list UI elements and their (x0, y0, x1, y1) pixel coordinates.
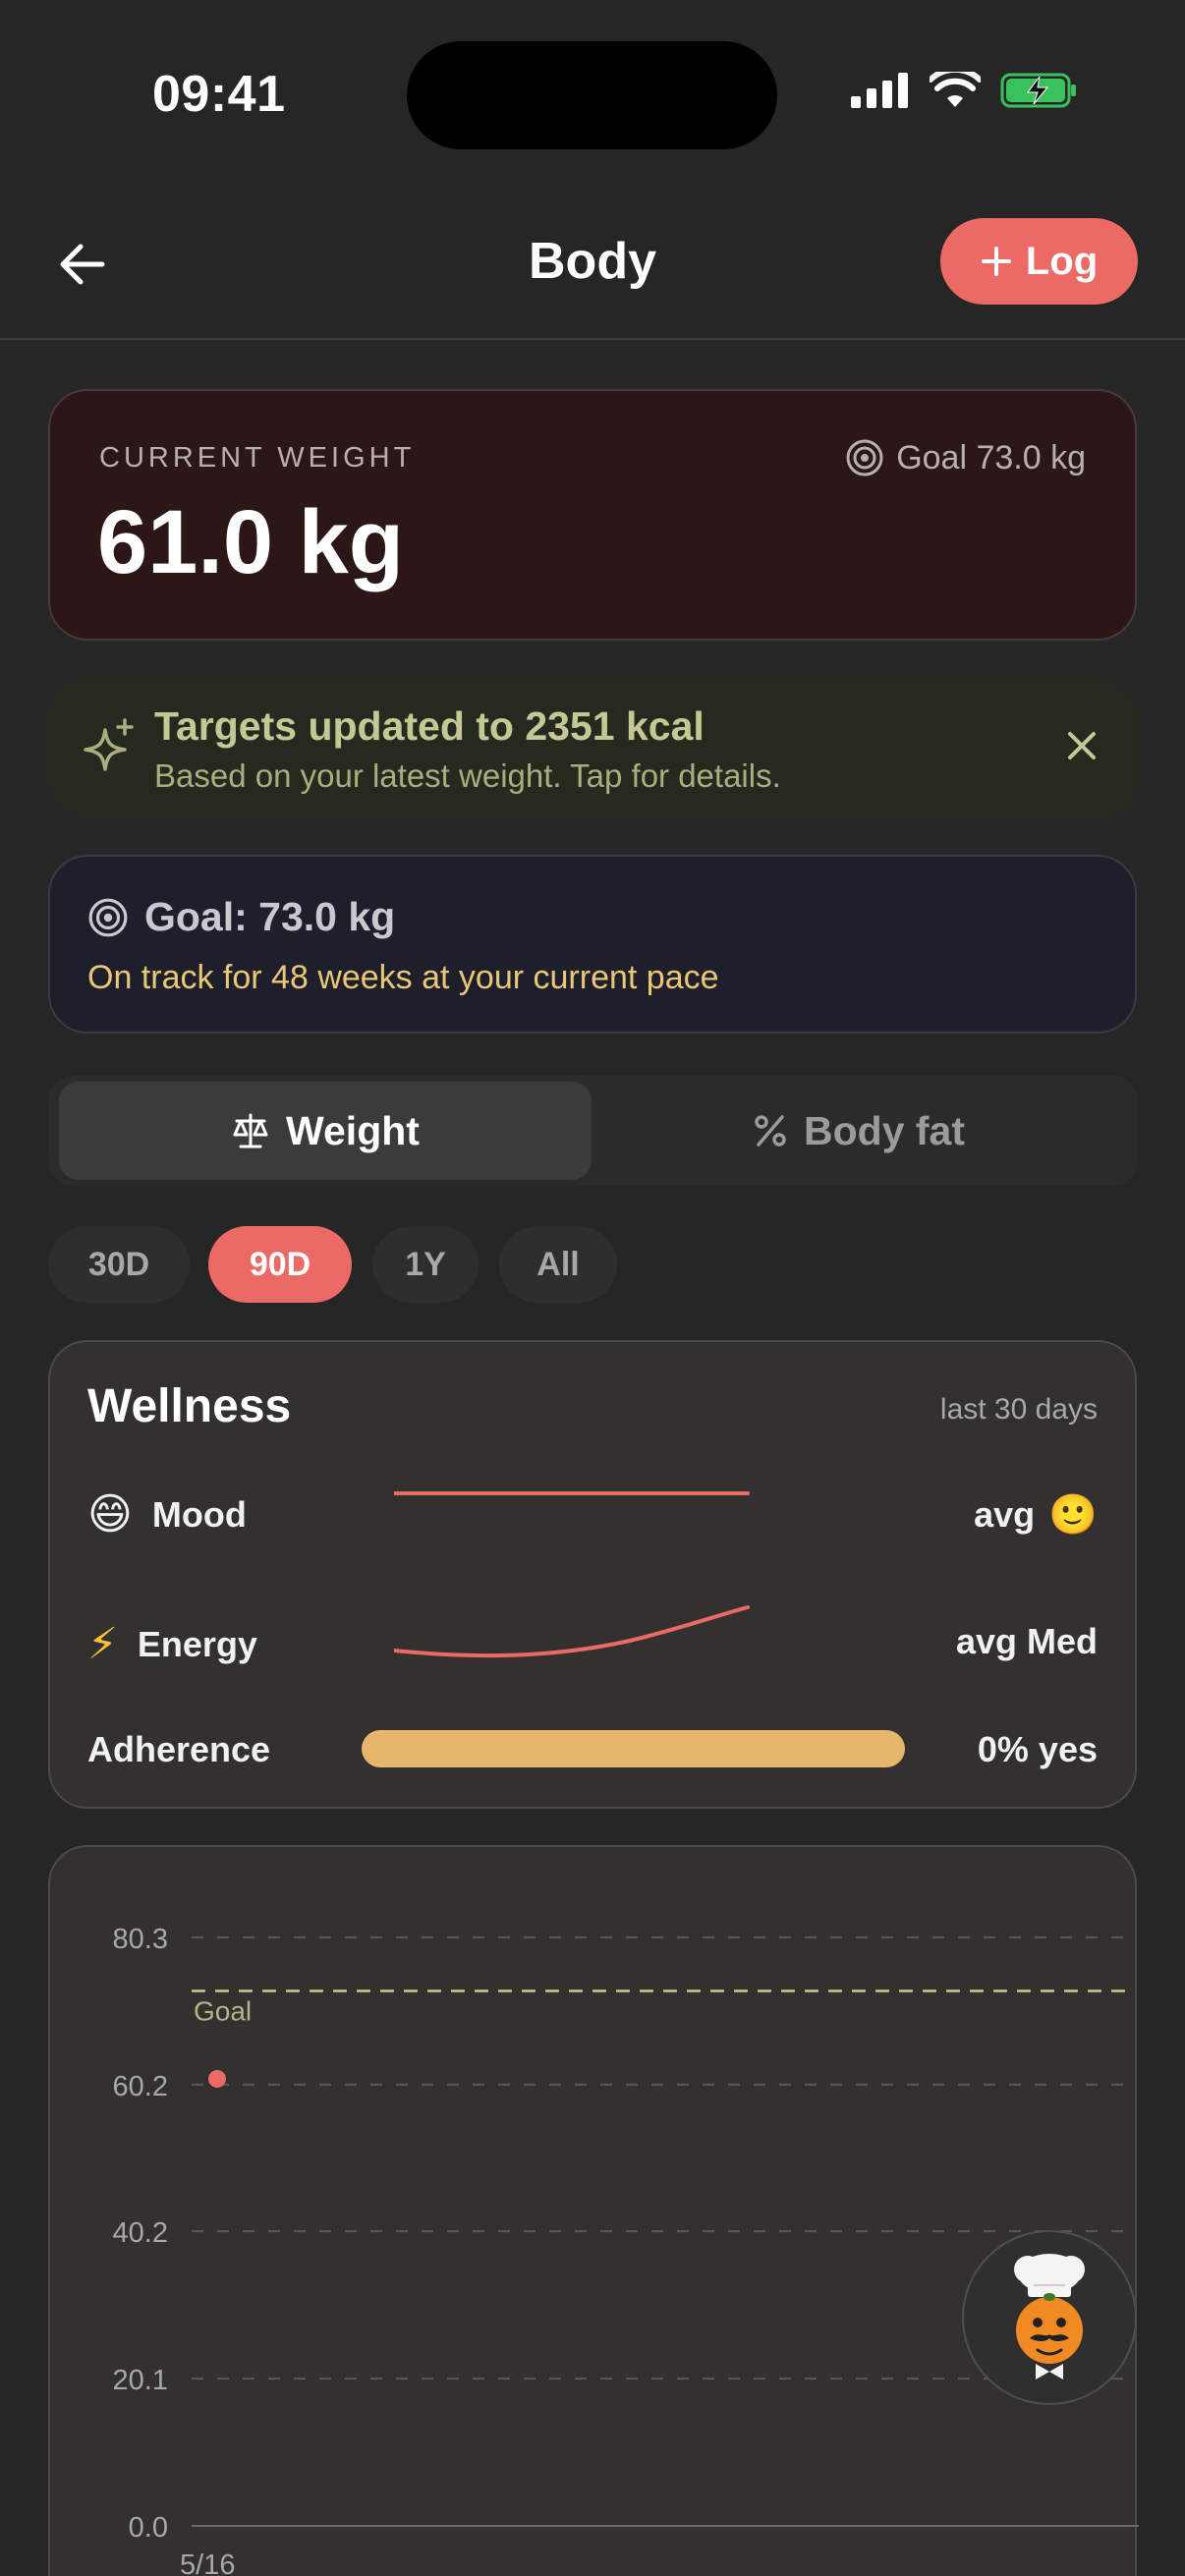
mood-row-label: 😄 Mood (87, 1489, 247, 1540)
dynamic-island (407, 41, 777, 149)
range-90d[interactable]: 90D (208, 1226, 352, 1303)
status-bar: 09:41 (0, 0, 1185, 187)
slight-smile-emoji-icon: 🙂 (1048, 1493, 1098, 1537)
y-tick-label: 80.3 (113, 1924, 168, 1955)
status-icons (851, 71, 1079, 110)
goal-card-subtitle: On track for 48 weeks at your current pa… (87, 959, 719, 996)
target-icon (846, 439, 883, 476)
y-tick-label: 20.1 (113, 2365, 168, 2396)
energy-sparkline (394, 1605, 750, 1658)
current-weight-card: CURRENT WEIGHT 61.0 kg Goal 73.0 kg (48, 389, 1137, 641)
mood-summary-text: avg (974, 1493, 1036, 1535)
wifi-icon (930, 72, 981, 107)
goal-card-title: Goal: 73.0 kg (144, 894, 396, 939)
sparkle-icon (84, 718, 134, 771)
battery-charging-icon (1000, 73, 1076, 108)
range-1y[interactable]: 1Y (372, 1226, 479, 1303)
y-tick-label: 40.2 (113, 2217, 168, 2249)
plus-icon (981, 247, 1011, 276)
current-weight-value: 61.0 kg (97, 492, 404, 592)
energy-label: Energy (137, 1623, 257, 1664)
weight-chart-card: 80.3 60.2 40.2 20.1 0.0 Goal 5/16 (48, 1845, 1139, 2576)
x-tick-label: 5/16 (180, 2549, 235, 2576)
targets-banner-subtitle: Based on your latest weight. Tap for det… (154, 757, 781, 794)
tab-body-fat-label: Body fat (804, 1107, 965, 1153)
y-tick-label: 60.2 (113, 2071, 168, 2102)
adherence-bar (362, 1730, 905, 1767)
chef-mascot-icon (1014, 2254, 1085, 2380)
wellness-title: Wellness (87, 1380, 292, 1432)
status-time: 09:41 (152, 66, 286, 123)
targets-updated-banner[interactable]: Targets updated to 2351 kcal Based on yo… (48, 679, 1137, 816)
adherence-label: Adherence (87, 1729, 271, 1769)
mood-summary: avg 🙂 (974, 1491, 1098, 1538)
goal-line-label: Goal (194, 1995, 252, 2026)
wellness-card: Wellness last 30 days 😄 Mood avg 🙂 ⚡ Ene… (48, 1340, 1137, 1809)
weight-goal-text: Goal 73.0 kg (896, 438, 1086, 476)
goal-card[interactable]: Goal: 73.0 kg On track for 48 weeks at y… (48, 855, 1137, 1034)
close-icon[interactable] (1062, 726, 1101, 765)
tab-weight[interactable]: Weight (59, 1082, 592, 1180)
y-tick-label: 0.0 (129, 2512, 168, 2544)
percent-icon (755, 1115, 786, 1147)
targets-banner-title: Targets updated to 2351 kcal (154, 703, 705, 749)
lightning-emoji-icon: ⚡ (87, 1620, 118, 1668)
wellness-period: last 30 days (939, 1393, 1098, 1426)
log-button-label: Log (1025, 239, 1099, 283)
goal-card-title-row: Goal: 73.0 kg (87, 894, 395, 940)
adherence-summary: 0% yes (977, 1729, 1098, 1769)
mood-label: Mood (151, 1493, 247, 1535)
current-weight-label: CURRENT WEIGHT (99, 442, 416, 474)
chef-assistant-button[interactable] (962, 2230, 1137, 2405)
weight-data-point (208, 2069, 226, 2088)
range-30d[interactable]: 30D (48, 1226, 190, 1303)
scale-icon (233, 1113, 268, 1148)
tab-body-fat[interactable]: Body fat (592, 1082, 1126, 1180)
metric-segmented-control: Weight Body fat (48, 1076, 1137, 1186)
range-all[interactable]: All (499, 1226, 617, 1303)
weight-goal: Goal 73.0 kg (845, 438, 1086, 477)
cellular-signal-icon (851, 73, 908, 108)
energy-row-label: ⚡ Energy (87, 1619, 257, 1669)
top-nav-bar: Body Log (0, 187, 1185, 340)
tab-weight-label: Weight (286, 1107, 420, 1153)
mood-emoji-icon: 😄 (87, 1490, 133, 1539)
target-icon (88, 898, 128, 936)
log-button[interactable]: Log (940, 218, 1138, 305)
weight-chart: 80.3 60.2 40.2 20.1 0.0 Goal 5/16 (113, 1924, 1139, 2576)
mood-sparkline (394, 1491, 750, 1495)
energy-summary: avg Med (955, 1621, 1098, 1661)
